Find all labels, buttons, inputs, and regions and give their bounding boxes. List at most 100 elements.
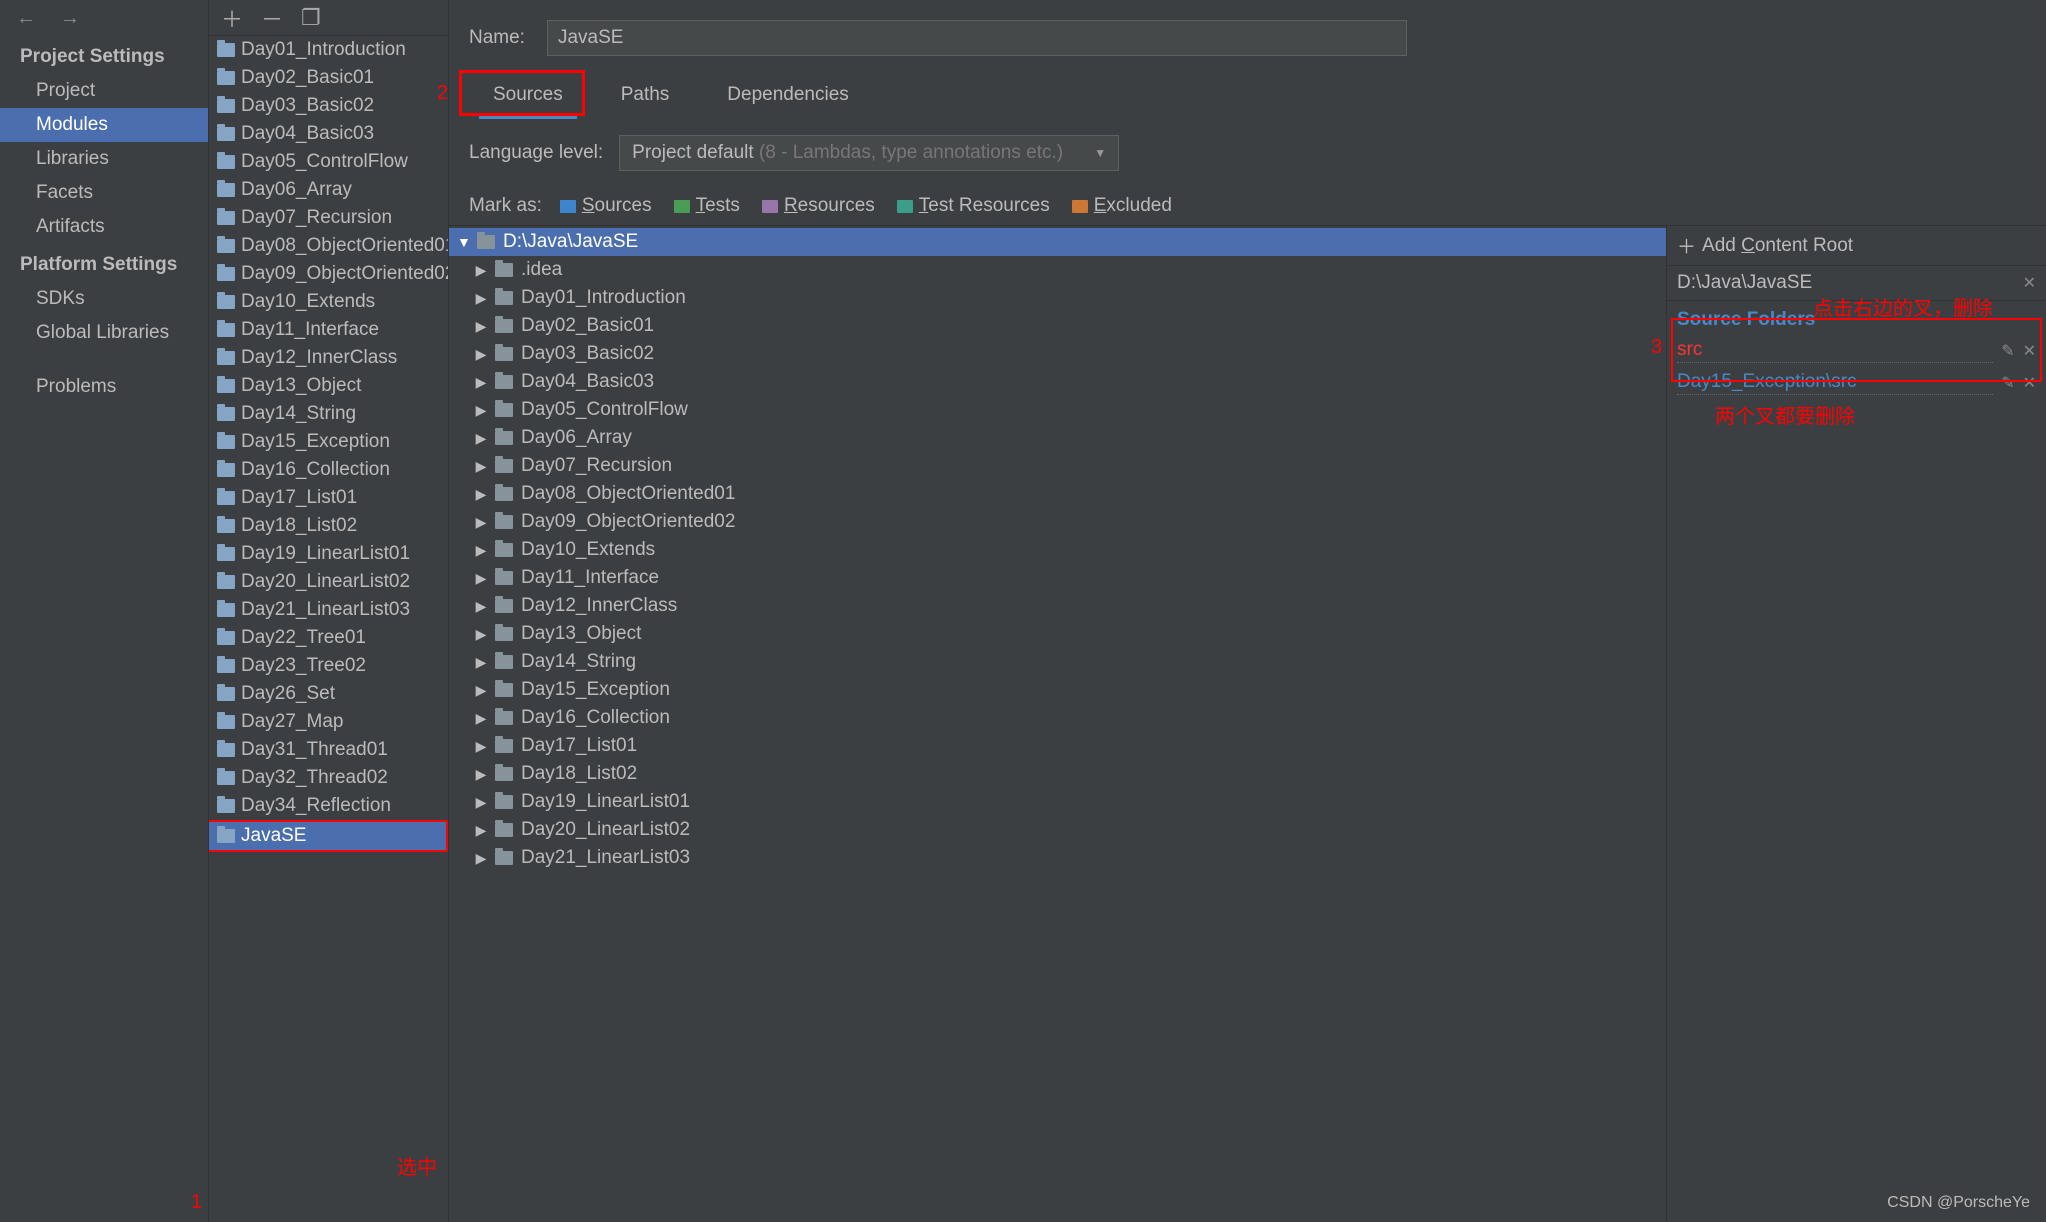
caret-right-icon[interactable]: ▶: [475, 514, 487, 531]
source-folder-item[interactable]: src✎✕: [1667, 335, 2046, 367]
module-item[interactable]: Day27_Map: [209, 708, 448, 736]
module-item[interactable]: Day23_Tree02: [209, 652, 448, 680]
module-item[interactable]: Day16_Collection: [209, 456, 448, 484]
caret-right-icon[interactable]: ▶: [475, 822, 487, 839]
mark-sources[interactable]: Sources: [560, 195, 652, 217]
tree-row[interactable]: ▶Day15_Exception: [449, 676, 1666, 704]
back-arrow-icon[interactable]: ←: [16, 7, 36, 30]
tree-row[interactable]: ▶Day06_Array: [449, 424, 1666, 452]
module-item[interactable]: Day18_List02: [209, 512, 448, 540]
sidebar-item-project[interactable]: Project: [0, 74, 208, 108]
tree-row[interactable]: ▶Day12_InnerClass: [449, 592, 1666, 620]
edit-icon[interactable]: ✎: [2001, 373, 2014, 393]
caret-right-icon[interactable]: ▶: [475, 654, 487, 671]
tree-row[interactable]: ▶Day18_List02: [449, 760, 1666, 788]
sidebar-item-libraries[interactable]: Libraries: [0, 142, 208, 176]
module-item[interactable]: JavaSE: [209, 820, 448, 852]
mark-tests[interactable]: Tests: [674, 195, 740, 217]
tab-paths[interactable]: Paths: [607, 76, 684, 119]
remove-module-icon[interactable]: －: [261, 2, 283, 34]
caret-right-icon[interactable]: ▶: [475, 430, 487, 447]
tree-row[interactable]: ▶Day11_Interface: [449, 564, 1666, 592]
add-content-root-button[interactable]: ＋ Add Content Root: [1667, 226, 2046, 266]
caret-right-icon[interactable]: ▶: [475, 850, 487, 867]
edit-icon[interactable]: ✎: [2001, 341, 2014, 361]
module-item[interactable]: Day21_LinearList03: [209, 596, 448, 624]
caret-right-icon[interactable]: ▶: [475, 290, 487, 307]
add-module-icon[interactable]: ＋: [221, 2, 243, 34]
caret-right-icon[interactable]: ▶: [475, 766, 487, 783]
tree-row[interactable]: ▶Day13_Object: [449, 620, 1666, 648]
module-item[interactable]: Day03_Basic02: [209, 92, 448, 120]
tree-row[interactable]: ▶Day14_String: [449, 648, 1666, 676]
mark-resources[interactable]: Resources: [762, 195, 875, 217]
remove-icon[interactable]: ✕: [2023, 373, 2036, 393]
tree-row[interactable]: ▶Day04_Basic03: [449, 368, 1666, 396]
caret-right-icon[interactable]: ▶: [475, 318, 487, 335]
content-root-path[interactable]: D:\Java\JavaSE ✕: [1667, 266, 2046, 301]
mark-excluded[interactable]: Excluded: [1072, 195, 1172, 217]
sidebar-item-facets[interactable]: Facets: [0, 176, 208, 210]
remove-root-icon[interactable]: ✕: [2023, 273, 2036, 293]
caret-right-icon[interactable]: ▶: [475, 710, 487, 727]
module-item[interactable]: Day34_Reflection: [209, 792, 448, 820]
tree-root-row[interactable]: ▼ D:\Java\JavaSE: [449, 228, 1666, 256]
sidebar-item-sdks[interactable]: SDKs: [0, 282, 208, 316]
caret-right-icon[interactable]: ▶: [475, 374, 487, 391]
caret-right-icon[interactable]: ▶: [475, 346, 487, 363]
tree-row[interactable]: ▶Day02_Basic01: [449, 312, 1666, 340]
sidebar-item-global-libraries[interactable]: Global Libraries: [0, 316, 208, 350]
copy-module-icon[interactable]: ❐: [301, 5, 321, 31]
tree-row[interactable]: ▶Day17_List01: [449, 732, 1666, 760]
module-item[interactable]: Day32_Thread02: [209, 764, 448, 792]
caret-down-icon[interactable]: ▼: [457, 234, 469, 250]
module-item[interactable]: Day02_Basic01: [209, 64, 448, 92]
tree-row[interactable]: ▶Day03_Basic02: [449, 340, 1666, 368]
module-item[interactable]: Day26_Set: [209, 680, 448, 708]
tree-row[interactable]: ▶Day19_LinearList01: [449, 788, 1666, 816]
module-item[interactable]: Day15_Exception: [209, 428, 448, 456]
forward-arrow-icon[interactable]: →: [60, 7, 80, 30]
caret-right-icon[interactable]: ▶: [475, 570, 487, 587]
caret-right-icon[interactable]: ▶: [475, 598, 487, 615]
caret-right-icon[interactable]: ▶: [475, 682, 487, 699]
tab-sources[interactable]: Sources: [479, 76, 577, 119]
module-item[interactable]: Day11_Interface: [209, 316, 448, 344]
module-item[interactable]: Day20_LinearList02: [209, 568, 448, 596]
module-item[interactable]: Day31_Thread01: [209, 736, 448, 764]
tree-row[interactable]: ▶Day10_Extends: [449, 536, 1666, 564]
tree-row[interactable]: ▶Day16_Collection: [449, 704, 1666, 732]
caret-right-icon[interactable]: ▶: [475, 486, 487, 503]
module-item[interactable]: Day04_Basic03: [209, 120, 448, 148]
module-item[interactable]: Day01_Introduction: [209, 36, 448, 64]
module-item[interactable]: Day09_ObjectOriented02: [209, 260, 448, 288]
caret-right-icon[interactable]: ▶: [475, 542, 487, 559]
sidebar-item-modules[interactable]: Modules: [0, 108, 208, 142]
tree-row[interactable]: ▶Day20_LinearList02: [449, 816, 1666, 844]
tree-row[interactable]: ▶Day09_ObjectOriented02: [449, 508, 1666, 536]
module-item[interactable]: Day13_Object: [209, 372, 448, 400]
caret-right-icon[interactable]: ▶: [475, 402, 487, 419]
module-item[interactable]: Day19_LinearList01: [209, 540, 448, 568]
tree-row[interactable]: ▶Day08_ObjectOriented01: [449, 480, 1666, 508]
caret-right-icon[interactable]: ▶: [475, 738, 487, 755]
module-item[interactable]: Day17_List01: [209, 484, 448, 512]
caret-right-icon[interactable]: ▶: [475, 794, 487, 811]
tree-row[interactable]: ▶.idea: [449, 256, 1666, 284]
remove-icon[interactable]: ✕: [2023, 341, 2036, 361]
language-level-dropdown[interactable]: Project default (8 - Lambdas, type annot…: [619, 135, 1119, 171]
mark-test-resources[interactable]: Test Resources: [897, 195, 1050, 217]
sidebar-item-problems[interactable]: Problems: [0, 370, 208, 404]
module-item[interactable]: Day08_ObjectOriented01: [209, 232, 448, 260]
caret-right-icon[interactable]: ▶: [475, 458, 487, 475]
module-item[interactable]: Day06_Array: [209, 176, 448, 204]
caret-right-icon[interactable]: ▶: [475, 262, 487, 279]
tree-row[interactable]: ▶Day21_LinearList03: [449, 844, 1666, 872]
module-item[interactable]: Day22_Tree01: [209, 624, 448, 652]
source-folder-item[interactable]: Day15_Exception\src✎✕: [1667, 367, 2046, 399]
module-item[interactable]: Day07_Recursion: [209, 204, 448, 232]
sidebar-item-artifacts[interactable]: Artifacts: [0, 210, 208, 244]
tree-row[interactable]: ▶Day07_Recursion: [449, 452, 1666, 480]
tab-dependencies[interactable]: Dependencies: [713, 76, 862, 119]
tree-row[interactable]: ▶Day01_Introduction: [449, 284, 1666, 312]
